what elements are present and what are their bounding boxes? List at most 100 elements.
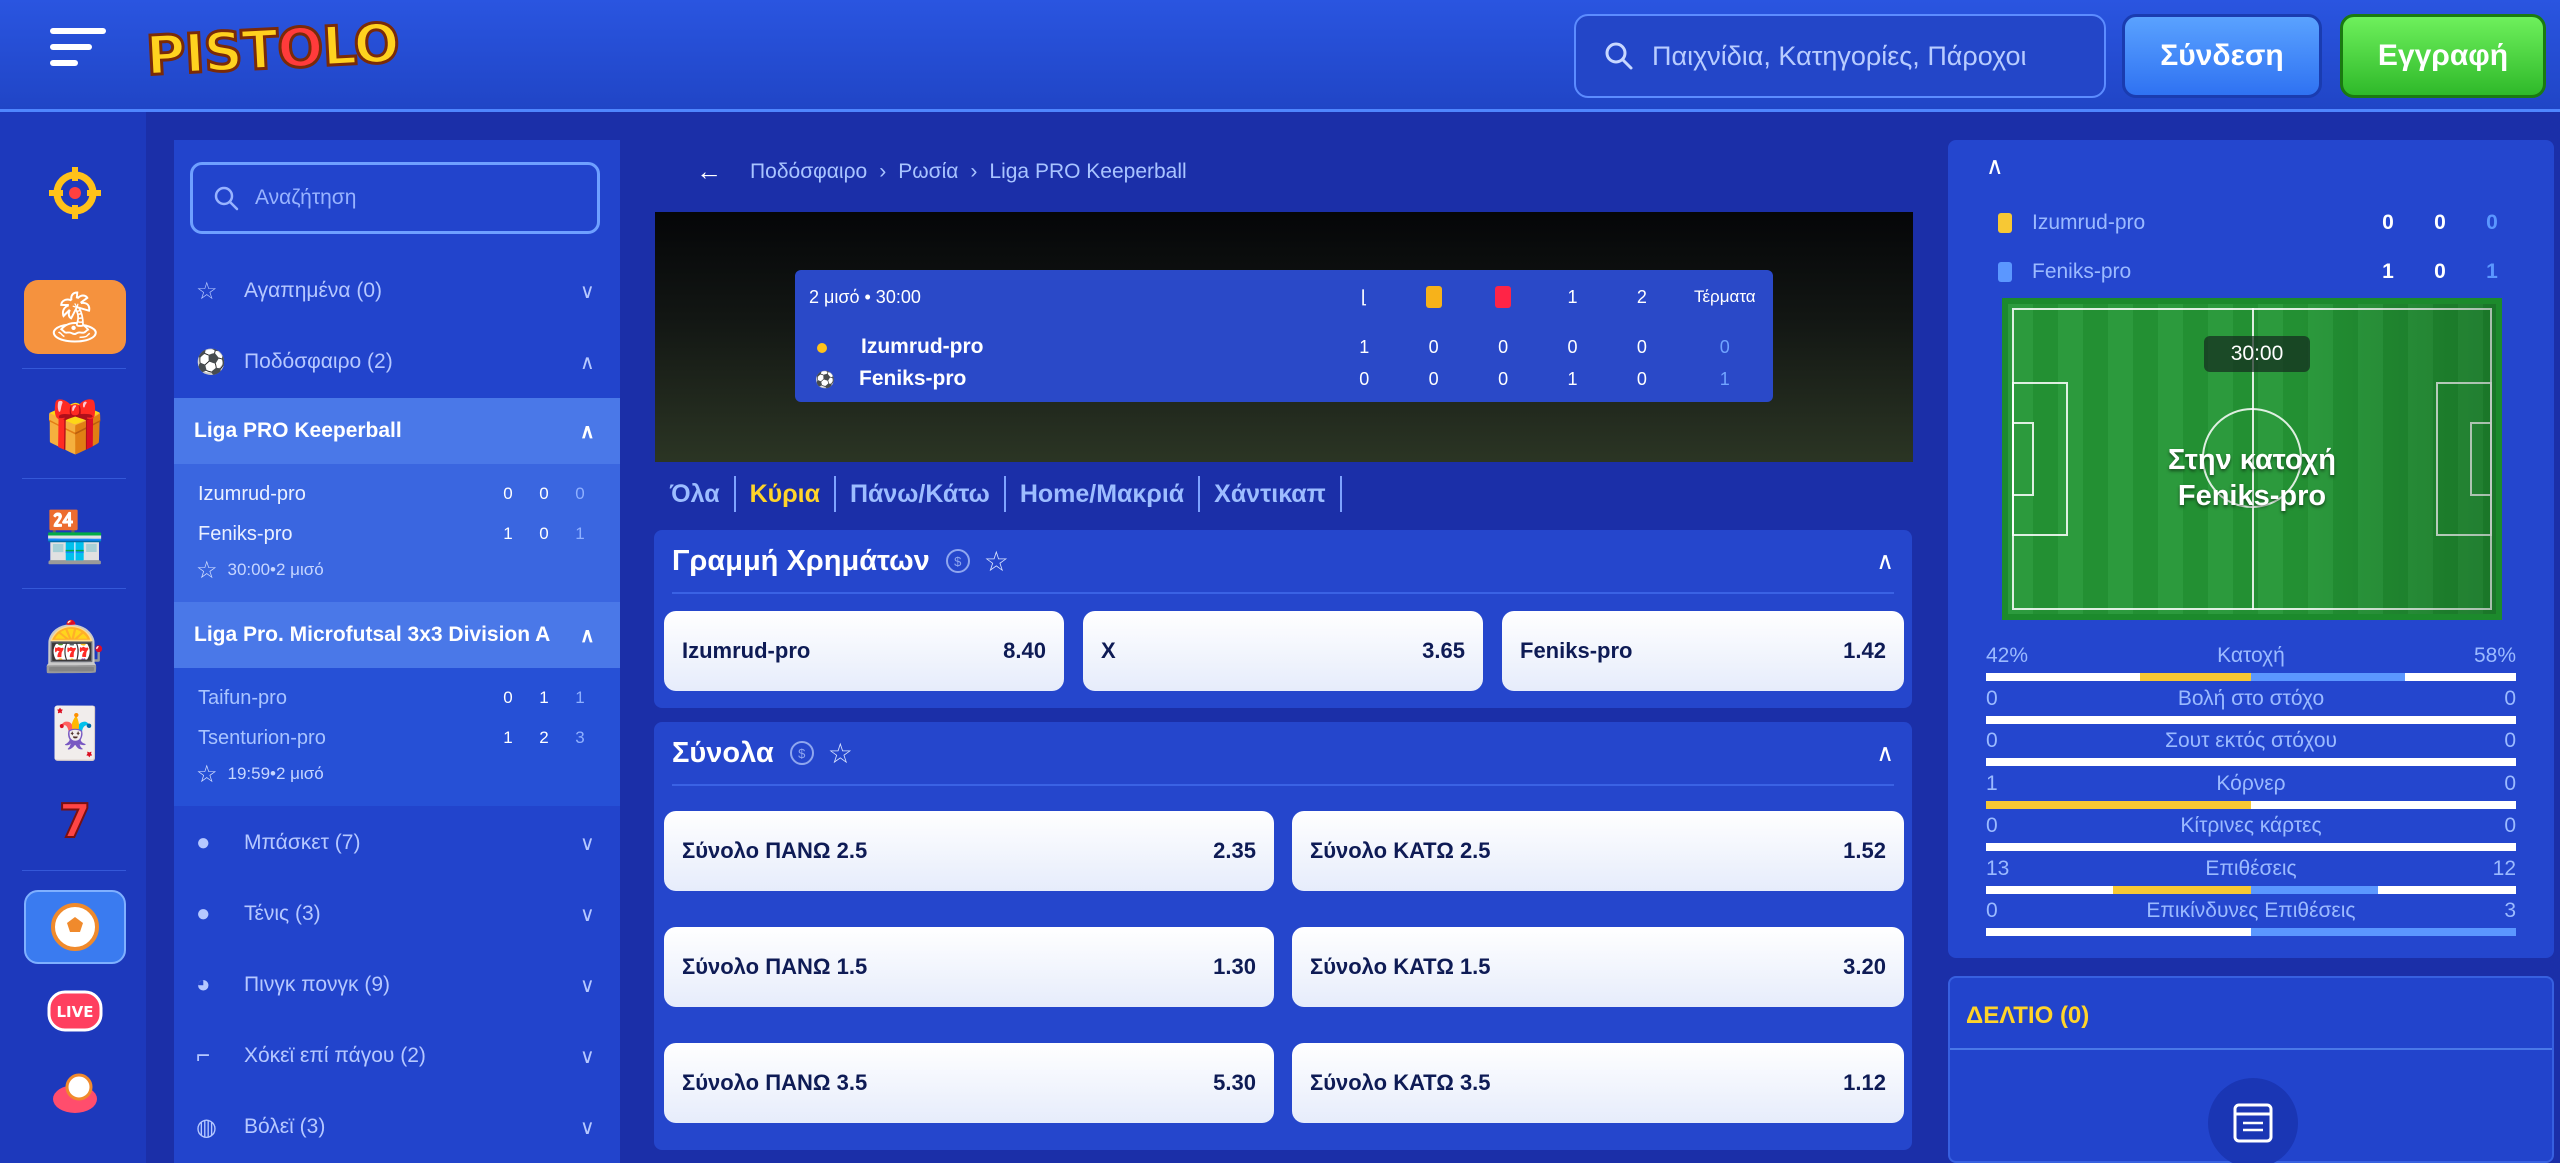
team-row: Feniks-pro 1 0 1 [198, 522, 585, 545]
match-time: ☆ 19:59•2 μισό [196, 760, 324, 788]
stat-row: 0 Κίτρινες κάρτες 0 [1986, 813, 2516, 851]
login-button[interactable]: Σύνδεση [2122, 14, 2322, 98]
sidebar-item-football[interactable]: ⚽ Ποδόσφαιρο (2) ∧ [174, 333, 620, 391]
stat-label: Επικίνδυνες Επιθέσεις [2146, 899, 2356, 922]
odd-button[interactable]: Σύνολο ΠΑΝΩ 1.5 1.30 [664, 927, 1274, 1007]
odd-button[interactable]: Σύνολο ΠΑΝΩ 3.5 5.30 [664, 1043, 1274, 1123]
breadcrumb-item[interactable]: Ρωσία [898, 160, 958, 184]
tab-over-under[interactable]: Πάνω/Κάτω [836, 476, 1006, 512]
stat-away-value: 0 [2504, 772, 2516, 795]
tab-main[interactable]: Κύρια [736, 476, 836, 512]
chevron-down-icon: ∨ [580, 1116, 595, 1139]
lucky-seven-icon[interactable]: 7 [24, 782, 126, 856]
league-header[interactable]: Liga Pro. Microfutsal 3x3 Division A ∧ [174, 602, 620, 668]
stat-label: Κατοχή [2217, 644, 2285, 667]
football-icon[interactable] [24, 890, 126, 964]
star-icon[interactable]: ☆ [196, 556, 218, 585]
cashout-icon: $ [945, 549, 970, 573]
sidebar-item-ping-pong[interactable]: ◕ Πινγκ πονγκ (9) ∨ [174, 956, 620, 1014]
stat-away-value: 0 [2504, 814, 2516, 837]
chevron-up-icon[interactable]: ∧ [1986, 152, 2004, 181]
menu-icon[interactable] [50, 28, 106, 74]
football-icon: ⚽ [815, 372, 835, 389]
basketball-icon: ● [196, 829, 211, 856]
sidebar-item-tennis[interactable]: ● Τένις (3) ∨ [174, 885, 620, 943]
tab-handicap[interactable]: Χάντικαπ [1200, 476, 1342, 512]
bet-slip-title[interactable]: ΔΕΛΤΙΟ (0) [1966, 1002, 2089, 1030]
odd-button[interactable]: X 3.65 [1083, 611, 1483, 691]
register-button[interactable]: Εγγραφή [2340, 14, 2546, 98]
star-icon[interactable]: ☆ [196, 760, 218, 789]
football-icon: ⚽ [196, 348, 226, 376]
possession-dot-icon [817, 343, 827, 353]
odd-button[interactable]: Σύνολο ΚΑΤΩ 3.5 1.12 [1292, 1043, 1904, 1123]
slot-machine-icon[interactable]: 🎰 [24, 610, 126, 684]
sidebar-item-volleyball[interactable]: ◍ Βόλεϊ (3) ∨ [174, 1098, 620, 1156]
shop-icon[interactable]: 🏪 [24, 500, 126, 574]
breadcrumb: ← Ποδόσφαιρο › Ρωσία › Liga PRO Keeperba… [696, 156, 1187, 187]
chevron-up-icon: ∧ [1876, 739, 1894, 767]
stat-row: 1 Κόρνερ 0 [1986, 771, 2516, 809]
palm-island-icon[interactable]: 🏝 [24, 280, 126, 354]
back-arrow-icon[interactable]: ← [696, 156, 722, 187]
stat-bar [1986, 928, 2516, 936]
tab-all[interactable]: Όλα [656, 476, 736, 512]
league-matches[interactable]: Taifun-pro 0 1 1 Tsenturion-pro 1 2 3 ☆ … [174, 668, 620, 806]
chevron-up-icon: ∧ [580, 624, 595, 647]
stat-bar-away [2251, 886, 2379, 894]
odd-button[interactable]: Feniks-pro 1.42 [1502, 611, 1904, 691]
stat-bar [1986, 673, 2516, 681]
breadcrumb-item[interactable]: Liga PRO Keeperball [989, 160, 1186, 184]
league-matches[interactable]: Izumrud-pro 0 0 0 Feniks-pro 1 0 1 ☆ 30:… [174, 464, 620, 602]
star-icon[interactable]: ☆ [828, 737, 853, 770]
market-header[interactable]: Γραμμή Χρημάτων $ ☆ ∧ [672, 530, 1894, 594]
gift-icon[interactable]: 🎁 [24, 390, 126, 464]
sidebar-item-basketball[interactable]: ● Μπάσκετ (7) ∨ [174, 814, 620, 872]
sidebar-item-label: Ποδόσφαιρο (2) [244, 350, 393, 373]
search-icon [214, 186, 239, 211]
odd-button[interactable]: Σύνολο ΚΑΤΩ 2.5 1.52 [1292, 811, 1904, 891]
match-timer: 30:00 [2204, 336, 2310, 372]
scoreboard-team-row: ⚽ Feniks-pro 0 0 0 1 0 1 [815, 367, 1730, 390]
yellow-card-icon [1425, 286, 1442, 309]
chevron-down-icon: ∨ [580, 280, 595, 303]
tab-home-away[interactable]: Home/Μακριά [1006, 476, 1201, 512]
svg-text:LIVE: LIVE [57, 1003, 94, 1021]
stat-row: 42% Κατοχή 58% [1986, 643, 2516, 681]
odd-button[interactable]: Σύνολο ΠΑΝΩ 2.5 2.35 [664, 811, 1274, 891]
cards-icon[interactable]: 🃏 [24, 696, 126, 770]
site-logo[interactable]: PISTOLO [143, 10, 402, 89]
stat-bar-home [2113, 886, 2251, 894]
chevron-down-icon: ∨ [580, 832, 595, 855]
odd-button[interactable]: Σύνολο ΚΑΤΩ 1.5 3.20 [1292, 927, 1904, 1007]
stat-bar [1986, 843, 2516, 851]
live-icon[interactable]: LIVE [24, 974, 126, 1048]
stat-bar-home [1986, 801, 2251, 809]
stat-row: 0 Επικίνδυνες Επιθέσεις 3 [1986, 898, 2516, 936]
team-row: Taifun-pro 0 1 1 [198, 686, 585, 709]
star-icon[interactable]: ☆ [984, 545, 1009, 578]
scoreboard: 2 μισό • 30:00 ⌊ 1 2 Τέρματα Izumrud-pro… [795, 270, 1773, 402]
stat-away-value: 0 [2504, 729, 2516, 752]
sidebar-item-favorites[interactable]: ☆ Αγαπημένα (0) ∨ [174, 262, 620, 320]
global-search-input[interactable]: Παιχνίδια, Κατηγορίες, Πάροχοι [1574, 14, 2106, 98]
match-period: 2 μισό • 30:00 [809, 286, 921, 307]
sidebar-item-ice-hockey[interactable]: ⌐ Χόκεϊ επί πάγου (2) ∨ [174, 1027, 620, 1085]
league-header[interactable]: Liga PRO Keeperball ∧ [174, 398, 620, 464]
stat-home-value: 0 [1986, 814, 1998, 837]
stat-label: Βολή στο στόχο [2177, 687, 2325, 710]
icon-rail: 🏝 🎁 🏪 🎰 🃏 7 LIVE [0, 112, 146, 1163]
search-icon [1605, 42, 1633, 70]
breadcrumb-item[interactable]: Ποδόσφαιρο [750, 160, 867, 184]
scoreboard-team-row: Izumrud-pro 1 0 0 0 0 0 [809, 332, 1773, 362]
chevron-up-icon: ∧ [580, 351, 595, 374]
team-row: Izumrud-pro 0 0 0 [198, 482, 585, 505]
bet-icon[interactable] [24, 1058, 126, 1132]
sports-search-input[interactable]: Αναζήτηση [190, 162, 600, 234]
crosshair-icon[interactable] [24, 156, 126, 230]
svg-text:7: 7 [59, 794, 91, 845]
chevron-down-icon: ∨ [580, 974, 595, 997]
stat-home-value: 13 [1986, 857, 2010, 880]
market-header[interactable]: Σύνολα $ ☆ ∧ [672, 722, 1894, 786]
odd-button[interactable]: Izumrud-pro 8.40 [664, 611, 1064, 691]
